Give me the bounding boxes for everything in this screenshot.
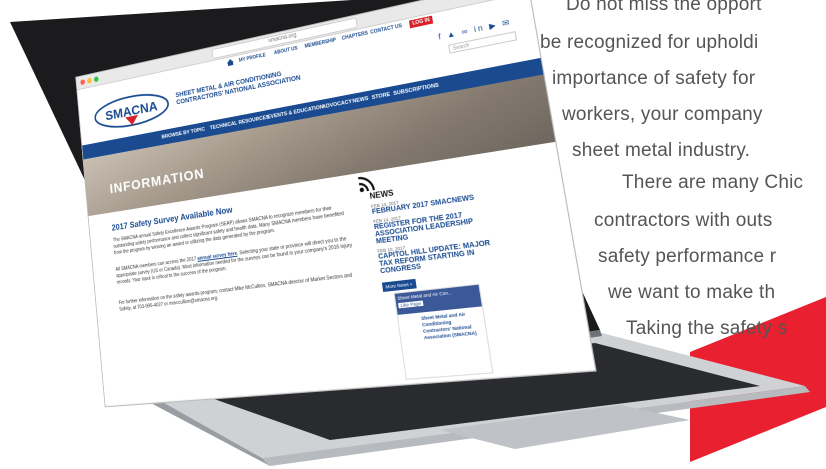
maximize-window-button[interactable] <box>93 76 99 83</box>
page-title: INFORMATION <box>109 165 206 198</box>
news-sidebar: NEWS FEB 14, 2017 FEBRUARY 2017 SMACNEWS… <box>367 162 499 294</box>
facebook-widget: Sheet Metal and Air Con... Like Page She… <box>393 283 494 380</box>
minimize-window-button[interactable] <box>86 77 92 84</box>
like-page-button[interactable]: Like Page <box>398 300 424 309</box>
nav-store[interactable]: STORE <box>371 92 390 101</box>
close-window-button[interactable] <box>80 79 86 86</box>
laptop-screen: smacna.org MY PROFILE ABOUT US MEMBERSHI… <box>51 0 638 441</box>
browser-window: smacna.org MY PROFILE ABOUT US MEMBERSHI… <box>75 0 597 408</box>
nav-news[interactable]: NEWS <box>352 96 369 105</box>
nav-advocacy[interactable]: ADVOCACY <box>322 99 353 110</box>
home-icon[interactable] <box>226 58 235 67</box>
rss-icon <box>357 175 377 194</box>
stage: Do not miss the opport be recognized for… <box>0 0 826 469</box>
